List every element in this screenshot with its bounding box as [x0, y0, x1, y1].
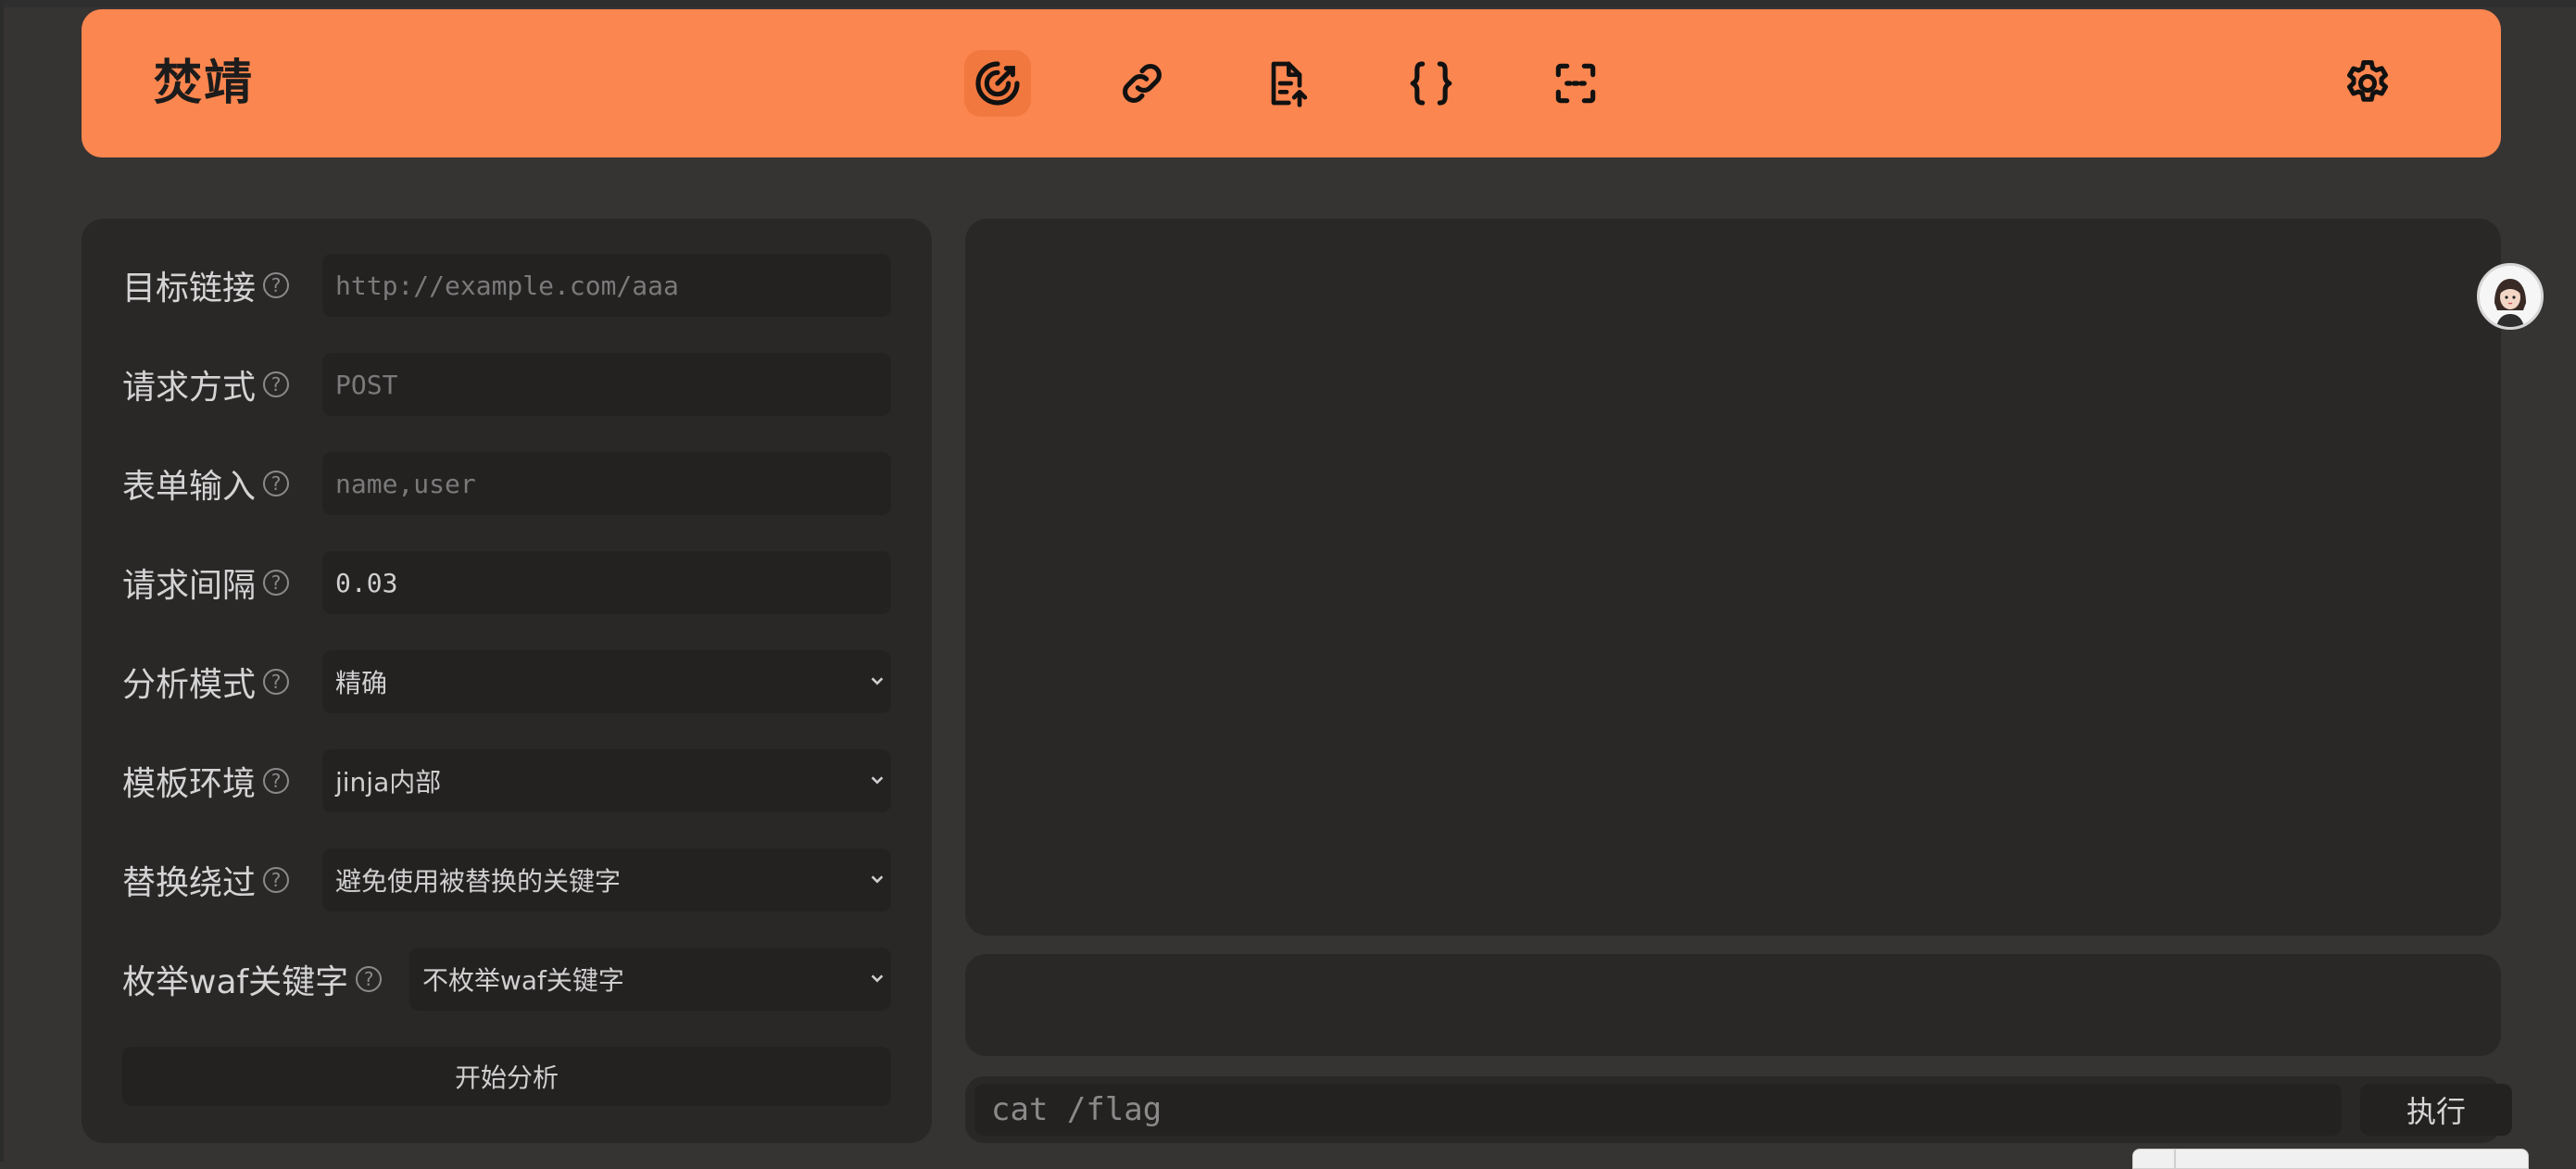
- replace-bypass-select[interactable]: 避免使用被替换的关键字: [322, 848, 891, 911]
- waf-enum-row: 枚举waf关键字 ? 不枚举waf关键字: [122, 948, 891, 1011]
- form-inputs-input[interactable]: [322, 452, 891, 515]
- help-icon[interactable]: ?: [263, 272, 290, 298]
- target-url-field[interactable]: [322, 254, 891, 317]
- command-input[interactable]: [974, 1084, 2342, 1136]
- nav-braces[interactable]: [1398, 50, 1464, 117]
- interval-input[interactable]: [322, 551, 891, 614]
- start-analysis-button[interactable]: 开始分析: [122, 1047, 891, 1106]
- form-inputs-label: 表单输入 ?: [122, 452, 290, 515]
- chevron-down-icon: [871, 776, 884, 785]
- form-inputs-row: 表单输入 ?: [122, 452, 891, 515]
- app-title: 焚靖: [154, 56, 255, 111]
- help-icon[interactable]: ?: [356, 966, 383, 992]
- user-avatar-icon: [2480, 266, 2541, 327]
- method-field[interactable]: [322, 353, 891, 416]
- help-icon[interactable]: ?: [263, 570, 290, 596]
- replace-bypass-row: 替换绕过 ? 避免使用被替换的关键字: [122, 848, 891, 911]
- analysis-mode-row: 分析模式 ? 精确: [122, 650, 891, 713]
- form-inputs-field[interactable]: [322, 452, 891, 515]
- replace-bypass-label: 替换绕过 ?: [122, 848, 290, 911]
- replace-bypass-value: 避免使用被替换的关键字: [335, 866, 622, 897]
- waf-enum-label: 枚举waf关键字 ?: [122, 948, 383, 1011]
- app-header: 焚靖: [82, 9, 2501, 157]
- braces-icon: [1410, 61, 1452, 106]
- method-label: 请求方式 ?: [122, 353, 290, 416]
- nav-link[interactable]: [1109, 50, 1175, 117]
- nav-scan[interactable]: [1542, 50, 1609, 117]
- avatar[interactable]: [2477, 263, 2544, 330]
- window-top-edge: [0, 0, 2576, 7]
- interval-field[interactable]: [322, 551, 891, 614]
- analysis-form-panel: 目标链接 ? 请求方式 ? 表单输入 ? 请求间隔 ?: [82, 219, 932, 1143]
- template-env-label: 模板环境 ?: [122, 749, 290, 812]
- command-bar: 执行: [965, 1076, 2512, 1143]
- target-url-input[interactable]: [322, 254, 891, 317]
- link-icon: [1123, 64, 1162, 103]
- analysis-mode-label: 分析模式 ?: [122, 650, 290, 713]
- window-left-edge: [0, 0, 4, 1162]
- waf-enum-value: 不枚举waf关键字: [422, 965, 624, 996]
- analysis-mode-value: 精确: [335, 668, 388, 698]
- chevron-down-icon: [871, 974, 884, 983]
- analysis-mode-select[interactable]: 精确: [322, 650, 891, 713]
- settings-button[interactable]: [2334, 50, 2401, 117]
- help-icon[interactable]: ?: [263, 371, 290, 397]
- nav-file-upload[interactable]: [1253, 50, 1320, 117]
- output-log-panel[interactable]: [965, 219, 2501, 936]
- scan-frame-icon: [1555, 63, 1596, 104]
- help-icon[interactable]: ?: [263, 669, 290, 695]
- interval-row: 请求间隔 ?: [122, 551, 891, 614]
- nav-target[interactable]: [964, 50, 1031, 117]
- gear-icon: [2347, 60, 2388, 102]
- target-url-label: 目标链接 ?: [122, 254, 290, 317]
- method-row: 请求方式 ?: [122, 353, 891, 416]
- template-env-value: jinja内部: [335, 767, 442, 798]
- help-icon[interactable]: ?: [263, 867, 290, 893]
- execute-button[interactable]: 执行: [2360, 1084, 2512, 1136]
- method-input[interactable]: [322, 353, 891, 416]
- floating-toolbar-edge[interactable]: [2132, 1149, 2529, 1169]
- chevron-down-icon: [871, 875, 884, 884]
- target-icon: [975, 61, 1020, 106]
- chevron-down-icon: [871, 677, 884, 685]
- template-env-row: 模板环境 ? jinja内部: [122, 749, 891, 812]
- file-upload-icon: [1271, 61, 1308, 107]
- help-icon[interactable]: ?: [263, 471, 290, 497]
- interval-label: 请求间隔 ?: [122, 551, 290, 614]
- divider: [2174, 1150, 2176, 1168]
- target-url-row: 目标链接 ?: [122, 254, 891, 317]
- result-panel[interactable]: [965, 954, 2501, 1056]
- help-icon[interactable]: ?: [263, 768, 290, 794]
- waf-enum-select[interactable]: 不枚举waf关键字: [409, 948, 891, 1011]
- template-env-select[interactable]: jinja内部: [322, 749, 891, 812]
